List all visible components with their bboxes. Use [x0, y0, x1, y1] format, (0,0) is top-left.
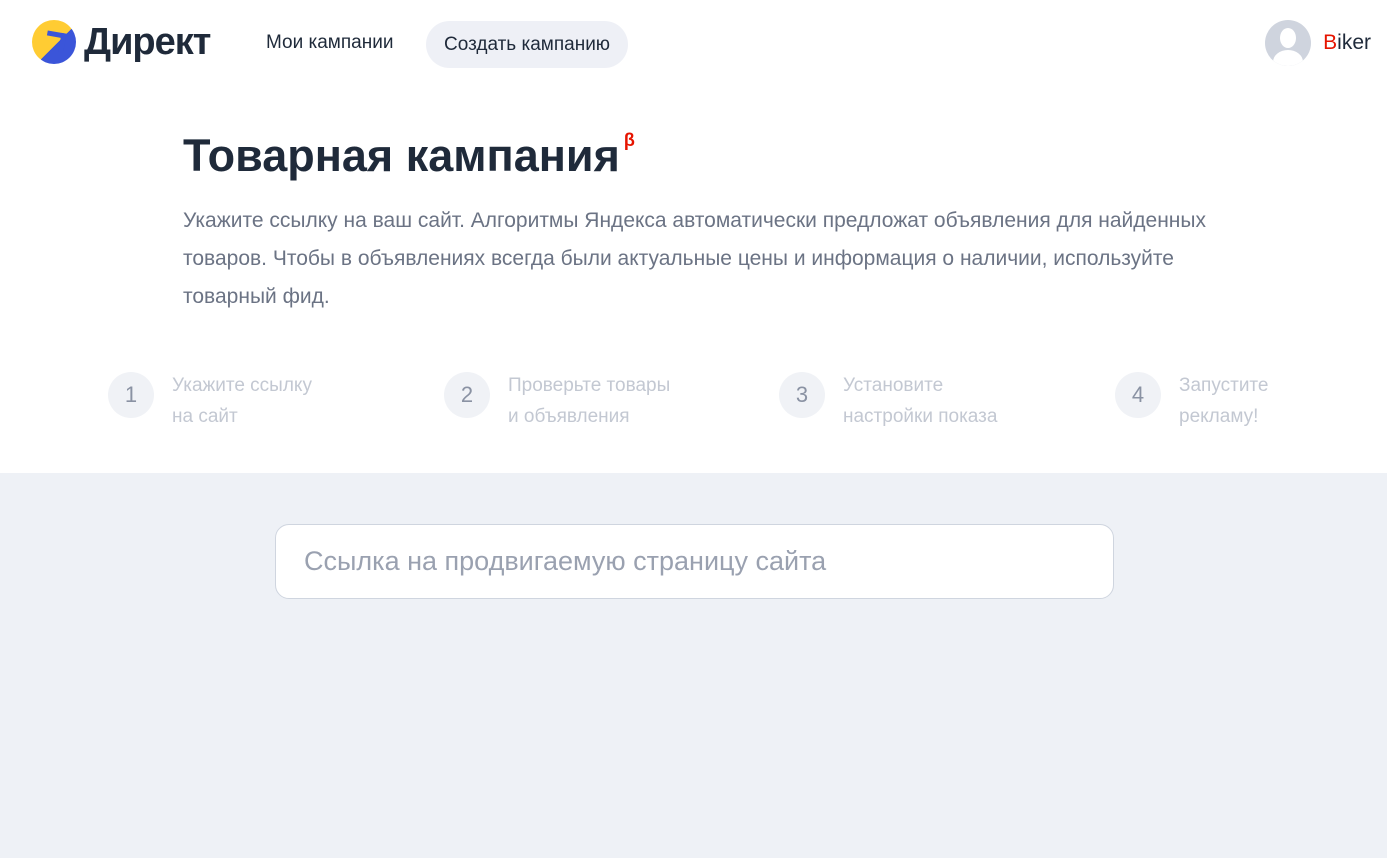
step-label-line: рекламу! [1179, 406, 1259, 427]
logo[interactable]: Директ [32, 20, 211, 64]
user-initial: B [1323, 31, 1338, 54]
step-number: 2 [444, 372, 490, 418]
user-menu[interactable]: Biker [1265, 20, 1371, 66]
step-label-line: Укажите ссылку [172, 375, 312, 396]
user-name: Biker [1323, 31, 1371, 55]
nav-my-campaigns[interactable]: Мои кампании [266, 32, 393, 54]
nav-create-campaign[interactable]: Создать кампанию [426, 21, 629, 68]
step-label-line: и объявления [508, 406, 630, 427]
user-name-rest: iker [1337, 31, 1371, 54]
step-label-line: настройки показа [843, 406, 998, 427]
logo-text: Директ [84, 20, 211, 63]
step-label-line: Проверьте товары [508, 375, 671, 396]
page-description: Укажите ссылку на ваш сайт. Алгоритмы Ян… [183, 209, 1207, 308]
step-3: 3 Установите настройки показа [779, 372, 997, 432]
step-number: 3 [779, 372, 825, 418]
page-title-text: Товарная кампания [183, 130, 620, 181]
beta-badge: β [623, 130, 635, 150]
page-title: Товарная кампания β [183, 130, 635, 182]
step-1: 1 Укажите ссылку на сайт [108, 372, 312, 432]
yandex-direct-logo-icon [32, 20, 76, 64]
step-label-line: на сайт [172, 406, 238, 427]
step-2: 2 Проверьте товары и объявления [444, 372, 670, 432]
step-number: 1 [108, 372, 154, 418]
step-4: 4 Запустите рекламу! [1115, 372, 1269, 432]
form-area [0, 473, 1387, 858]
step-label-line: Установите [843, 375, 944, 396]
step-label-line: Запустите [1179, 375, 1269, 396]
step-number: 4 [1115, 372, 1161, 418]
site-url-input[interactable] [275, 524, 1114, 599]
avatar-icon [1265, 20, 1312, 66]
header: Директ Мои кампании Создать кампанию Bik… [0, 0, 1387, 88]
